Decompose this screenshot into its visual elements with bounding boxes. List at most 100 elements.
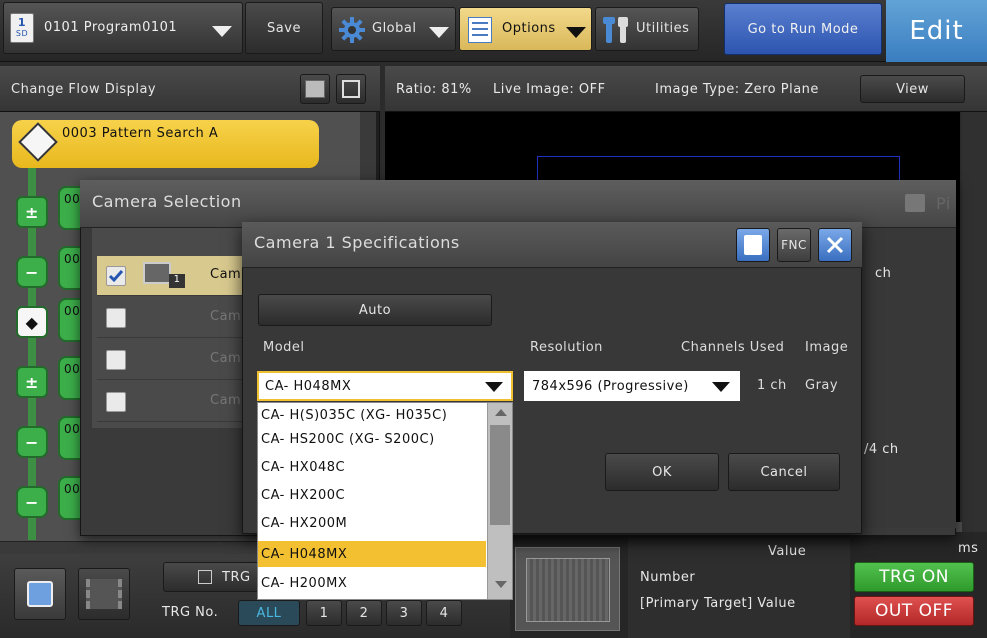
cancel-button[interactable]: Cancel xyxy=(728,453,840,491)
trg-label: TRG xyxy=(222,569,251,585)
image-label: Image xyxy=(805,340,849,355)
camera-row-label: Cam xyxy=(210,309,242,324)
edit-mode-button[interactable]: Edit xyxy=(886,0,987,62)
model-select[interactable]: CA- H048MX xyxy=(257,371,513,401)
model-option[interactable]: CA- HS200C (XG- S200C) xyxy=(258,426,486,452)
model-option-selected[interactable]: CA- H048MX xyxy=(258,541,486,567)
camera-row-label: Cam xyxy=(210,267,242,282)
trg-number-button[interactable]: 2 xyxy=(346,600,382,626)
scroll-down-arrow-icon xyxy=(495,581,507,588)
model-option[interactable]: CA- H200MX xyxy=(258,570,486,596)
tools-icon xyxy=(601,15,631,49)
minus-icon[interactable]: − xyxy=(16,486,48,518)
program-selector[interactable]: 1 SD 0101 Program0101 xyxy=(3,2,243,54)
primary-target-label: [Primary Target] Value xyxy=(640,596,796,611)
pattern-search-icon xyxy=(18,122,58,162)
filmstrip-button[interactable] xyxy=(78,568,130,620)
side-label: Pi xyxy=(936,194,951,213)
minus-icon[interactable]: − xyxy=(16,426,48,458)
flow-item-pattern-search[interactable]: 0003 Pattern Search A xyxy=(12,120,319,168)
options-menu-button[interactable]: Options xyxy=(459,7,592,51)
pattern-search-icon[interactable]: ◆ xyxy=(16,306,48,338)
scroll-thumb[interactable] xyxy=(490,425,510,525)
view-button[interactable]: View xyxy=(860,75,965,103)
hand-pointer-icon xyxy=(27,581,53,607)
list-view-icon xyxy=(305,80,325,98)
expand-icon xyxy=(342,80,360,98)
select-button[interactable] xyxy=(14,568,66,620)
model-option[interactable]: CA- HX048C xyxy=(258,454,486,480)
ok-button[interactable]: OK xyxy=(605,453,719,491)
close-button[interactable] xyxy=(818,228,852,262)
flow-panel-title: Change Flow Display xyxy=(11,82,157,97)
flow-item-tab[interactable]: 00 xyxy=(58,416,82,460)
resolution-label: Resolution xyxy=(530,340,603,355)
program-label: 0101 Program0101 xyxy=(44,20,178,35)
value-header: Value xyxy=(768,544,807,559)
image-value: Gray xyxy=(805,378,839,393)
expand-button[interactable] xyxy=(336,74,366,104)
chevron-down-icon xyxy=(212,26,232,37)
camera-row-label: Cam xyxy=(210,393,242,408)
utilities-label: Utilities xyxy=(636,21,690,36)
trg-number-button[interactable]: 4 xyxy=(426,600,462,626)
camera-number-badge: 1 xyxy=(169,274,185,288)
trg-on-indicator: TRG ON xyxy=(854,562,974,592)
trg-all-button[interactable]: ALL xyxy=(238,600,300,626)
image-thumbnail[interactable] xyxy=(515,547,620,631)
minus-icon[interactable]: − xyxy=(16,256,48,288)
resolution-select[interactable]: 784x596 (Progressive) xyxy=(524,371,740,401)
model-value: CA- H048MX xyxy=(265,378,352,394)
camera-checkbox-checked[interactable] xyxy=(106,266,126,286)
camera-checkbox[interactable] xyxy=(106,392,126,412)
list-view-button[interactable] xyxy=(300,74,330,104)
resolution-value: 784x596 (Progressive) xyxy=(532,378,689,394)
camera-checkbox[interactable] xyxy=(106,350,126,370)
channel-list: ch /4 ch xyxy=(860,228,956,528)
chevron-down-icon xyxy=(566,27,586,38)
dialog-title: Camera Selection xyxy=(92,192,242,211)
image-vertical-scrollbar[interactable] xyxy=(962,112,987,532)
global-label: Global xyxy=(372,21,417,36)
fnc-button[interactable]: FNC xyxy=(777,228,811,262)
image-panel-header: Ratio: 81% Live Image: OFF Image Type: Z… xyxy=(385,66,987,112)
trg-button[interactable]: TRG xyxy=(163,562,259,592)
model-option[interactable]: CA- H(S)035C (XG- H035C) xyxy=(258,404,486,426)
sd-card-icon: 1 SD xyxy=(10,13,34,43)
chevron-down-icon xyxy=(712,382,730,392)
channel-label: ch xyxy=(875,266,892,281)
flow-item-tab[interactable]: 00 xyxy=(58,298,82,342)
global-menu-button[interactable]: Global xyxy=(331,7,456,51)
close-icon xyxy=(826,236,844,254)
trg-number-button[interactable]: 3 xyxy=(386,600,422,626)
chevron-down-icon xyxy=(485,382,503,392)
dropdown-scrollbar[interactable] xyxy=(487,403,512,599)
model-option[interactable]: CA- HX200M xyxy=(258,510,486,536)
gear-icon xyxy=(338,16,366,44)
flow-item-label: 0003 Pattern Search A xyxy=(62,126,219,141)
calc-icon[interactable]: ± xyxy=(16,366,48,398)
trg-number-button[interactable]: 1 xyxy=(306,600,342,626)
checklist-icon xyxy=(468,17,492,43)
channel-total: /4 ch xyxy=(864,442,899,457)
camera-selection-title-bar: Camera Selection Pi xyxy=(80,180,956,228)
flow-item-tab[interactable]: 00 xyxy=(58,246,82,290)
model-option[interactable]: CA- HX200C xyxy=(258,482,486,508)
utilities-menu-button[interactable]: Utilities xyxy=(595,7,699,51)
pin-icon xyxy=(905,194,925,212)
save-button[interactable]: Save xyxy=(245,2,323,54)
flow-panel-header: Change Flow Display xyxy=(0,66,380,112)
calc-icon[interactable]: ± xyxy=(16,196,48,228)
flow-item-tab[interactable]: 00 xyxy=(58,356,82,400)
play-icon xyxy=(198,570,212,584)
trg-no-label: TRG No. xyxy=(162,605,219,620)
auto-button[interactable]: Auto xyxy=(258,294,492,326)
help-pointer-button[interactable] xyxy=(736,228,770,262)
ratio-readout: Ratio: 81% xyxy=(396,82,472,97)
chevron-down-icon xyxy=(429,27,449,38)
camera-checkbox[interactable] xyxy=(106,308,126,328)
flow-item-tab[interactable]: 00 xyxy=(58,476,82,520)
flow-item-tab[interactable]: 00 xyxy=(58,186,82,230)
filmstrip-icon xyxy=(86,579,122,609)
go-to-run-mode-button[interactable]: Go to Run Mode xyxy=(724,3,882,55)
